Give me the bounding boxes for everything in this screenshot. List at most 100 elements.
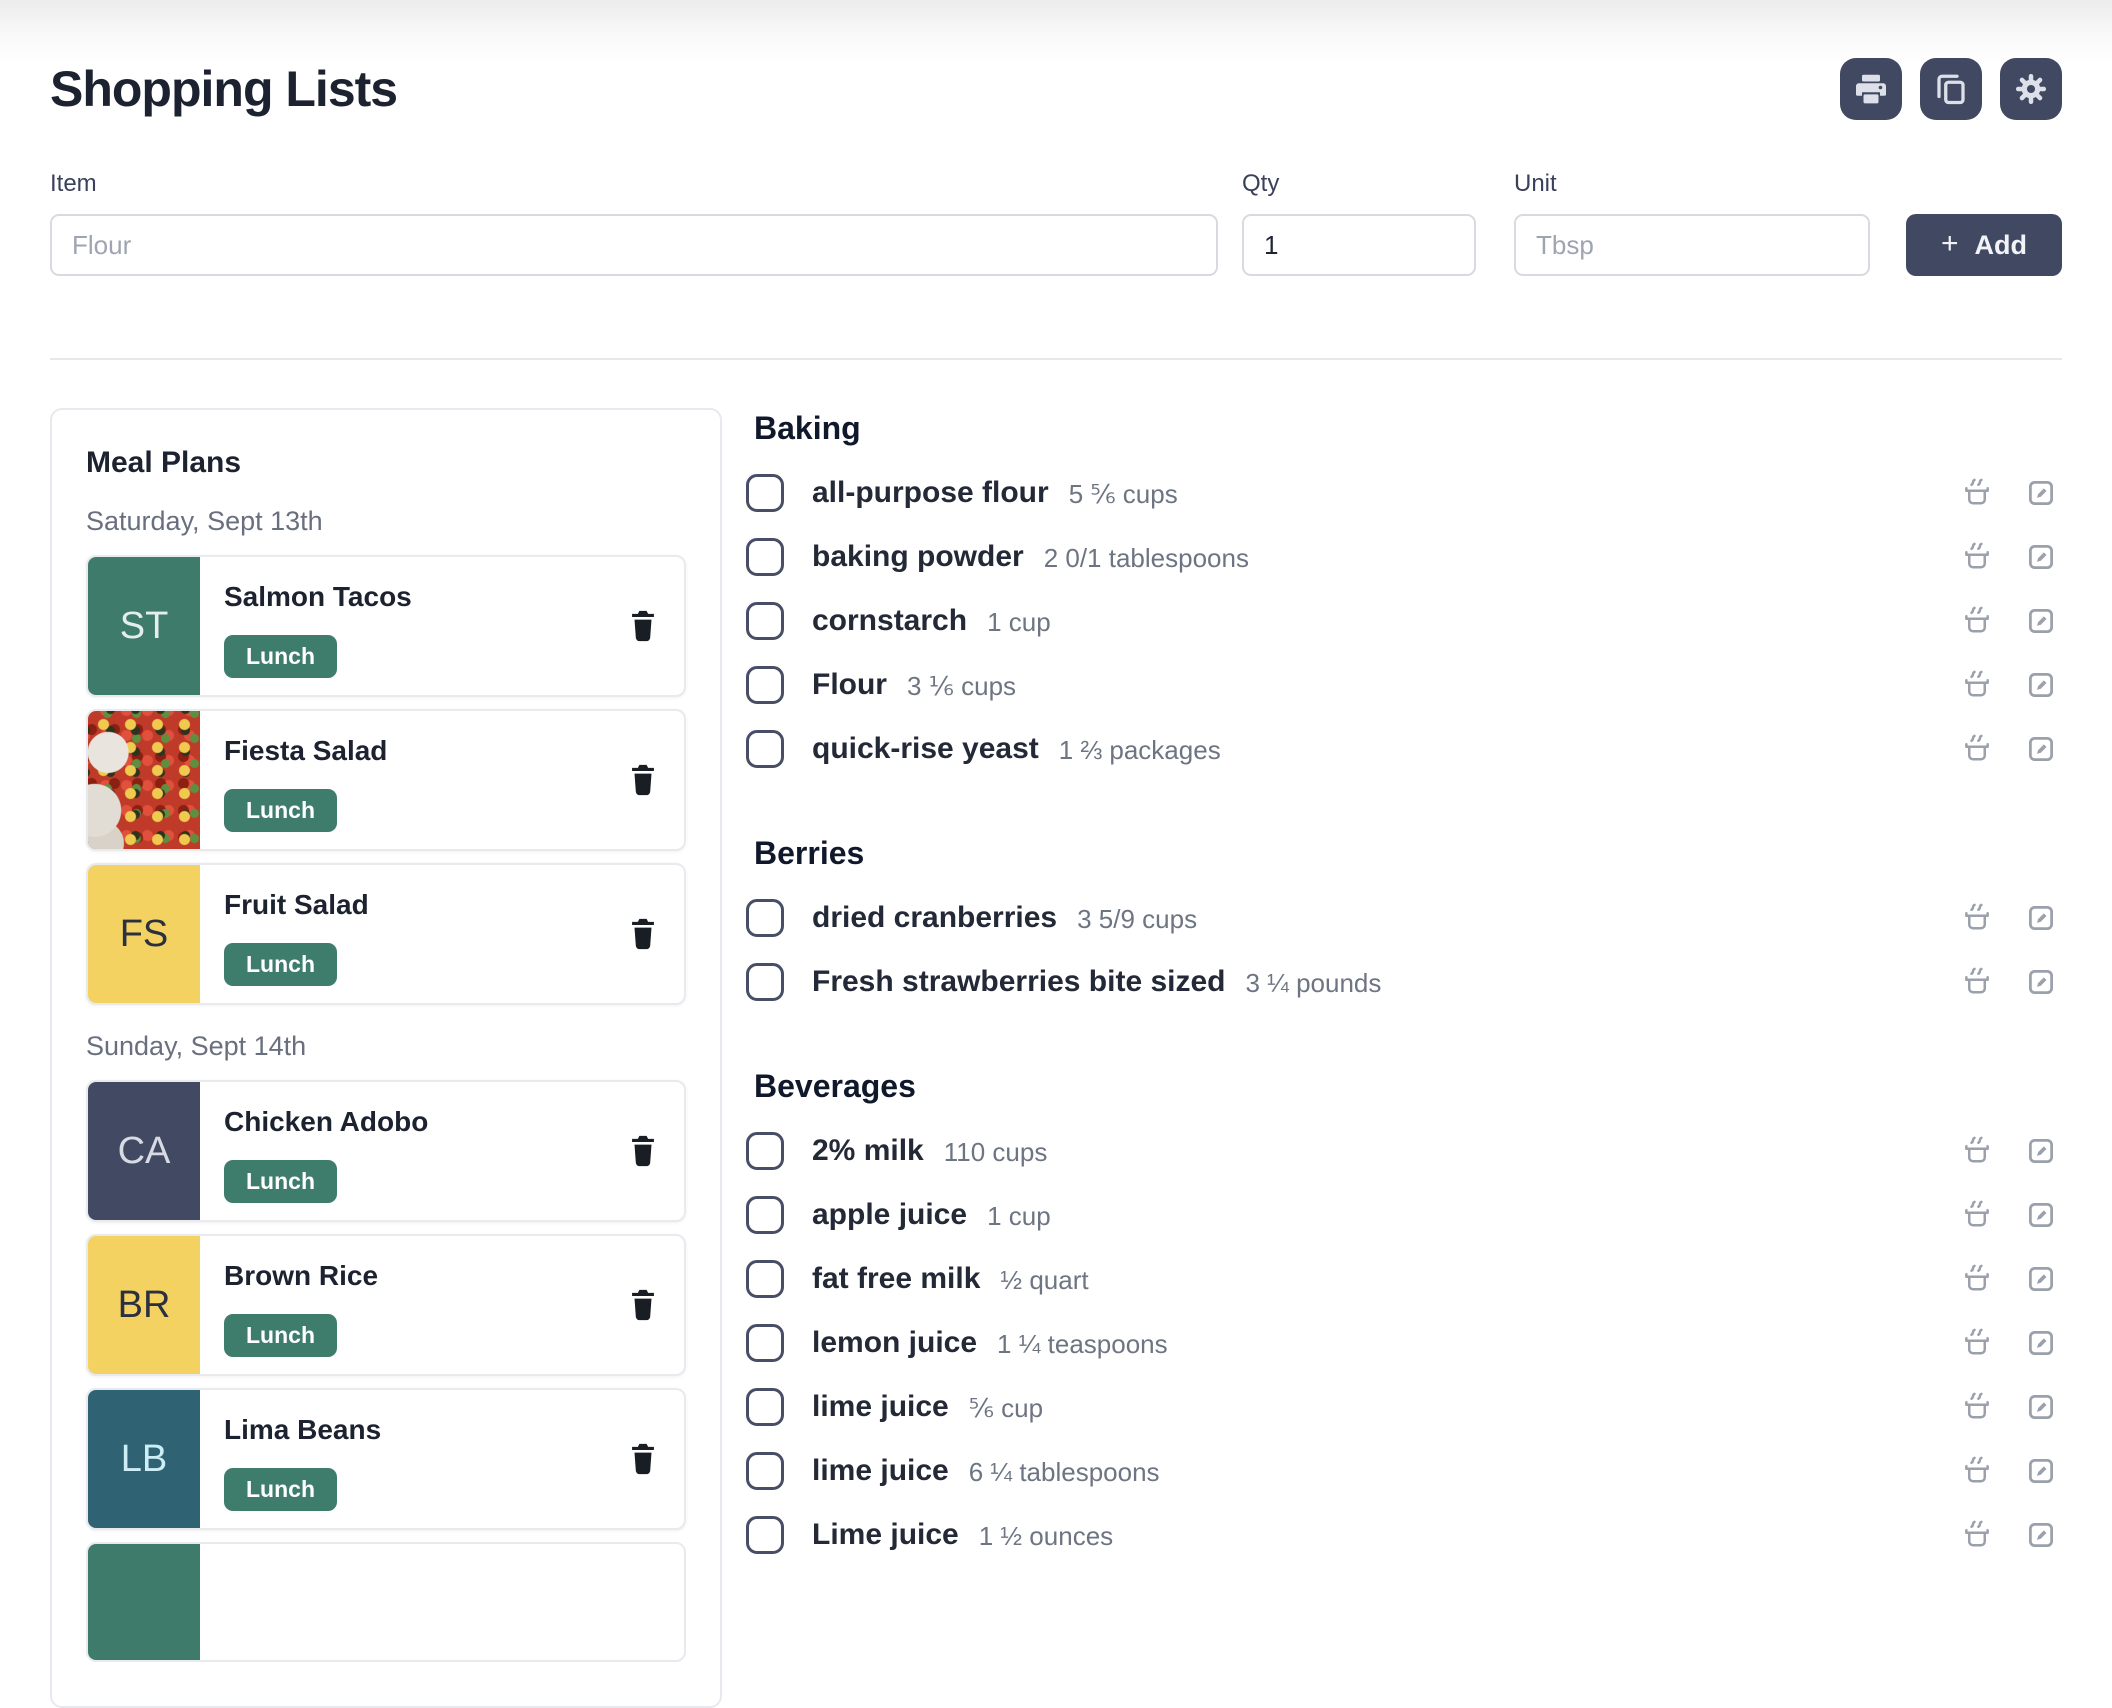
edit-icon[interactable]: [2026, 1264, 2056, 1294]
meal-body: Salmon Tacos Lunch: [200, 557, 684, 695]
item-checkbox[interactable]: [746, 666, 784, 704]
item-checkbox[interactable]: [746, 1452, 784, 1490]
edit-icon[interactable]: [2026, 1328, 2056, 1358]
item-checkbox[interactable]: [746, 1388, 784, 1426]
item-quantity: 1 cup: [987, 604, 1051, 638]
meal-card: FS Fruit Salad Lunch: [86, 863, 686, 1005]
delete-meal-button[interactable]: [628, 609, 658, 643]
item-actions: [1962, 1520, 2056, 1550]
shopping-item-row: all-purpose flour 5 ⅚ cups: [746, 461, 2062, 525]
edit-icon[interactable]: [2026, 1136, 2056, 1166]
item-checkbox[interactable]: [746, 474, 784, 512]
item-actions: [1962, 903, 2056, 933]
meal-plans-panel: Meal Plans Saturday, Sept 13th ST Salmon…: [50, 408, 722, 1708]
item-input[interactable]: [50, 214, 1218, 276]
item-name: lime juice: [812, 1390, 949, 1424]
divider: [50, 358, 2062, 360]
cook-pot-icon[interactable]: [1962, 1520, 1992, 1550]
delete-meal-button[interactable]: [628, 1442, 658, 1476]
delete-meal-button[interactable]: [628, 1288, 658, 1322]
item-quantity: 3 ¼ pounds: [1246, 965, 1382, 999]
unit-input[interactable]: [1514, 214, 1870, 276]
section-title: Berries: [754, 835, 2062, 872]
shopping-item-row: apple juice 1 cup: [746, 1183, 2062, 1247]
plus-icon: +: [1941, 229, 1959, 259]
cook-pot-icon[interactable]: [1962, 1328, 1992, 1358]
edit-icon[interactable]: [2026, 478, 2056, 508]
delete-meal-button[interactable]: [628, 763, 658, 797]
item-actions: [1962, 542, 2056, 572]
cook-pot-icon[interactable]: [1962, 734, 1992, 764]
shopping-item-row: Flour 3 ⅙ cups: [746, 653, 2062, 717]
item-name: cornstarch: [812, 604, 967, 638]
edit-icon[interactable]: [2026, 967, 2056, 997]
edit-icon[interactable]: [2026, 1456, 2056, 1486]
copy-button[interactable]: [1920, 58, 1982, 120]
section-rows: 2% milk 110 cups apple juice 1 cup: [746, 1119, 2062, 1567]
shopping-lists-page: Shopping Lists: [0, 0, 2112, 1708]
section-title: Baking: [754, 410, 2062, 447]
cook-pot-icon[interactable]: [1962, 1392, 1992, 1422]
delete-meal-button[interactable]: [628, 1134, 658, 1168]
item-checkbox[interactable]: [746, 602, 784, 640]
cook-pot-icon[interactable]: [1962, 606, 1992, 636]
cook-pot-icon[interactable]: [1962, 670, 1992, 700]
print-button[interactable]: [1840, 58, 1902, 120]
item-checkbox[interactable]: [746, 899, 784, 937]
item-actions: [1962, 1328, 2056, 1358]
qty-input[interactable]: [1242, 214, 1476, 276]
shopping-item-row: dried cranberries 3 5/9 cups: [746, 886, 2062, 950]
edit-icon[interactable]: [2026, 606, 2056, 636]
meal-tag-badge: Lunch: [224, 943, 337, 986]
cook-pot-icon[interactable]: [1962, 903, 1992, 933]
item-quantity: ⅚ cup: [969, 1390, 1043, 1424]
item-quantity: 1 cup: [987, 1198, 1051, 1232]
meal-card-partial: [86, 1542, 686, 1662]
item-quantity: 1 ½ ounces: [979, 1518, 1113, 1552]
item-quantity: 3 5/9 cups: [1077, 901, 1197, 935]
item-checkbox[interactable]: [746, 1132, 784, 1170]
item-checkbox[interactable]: [746, 1196, 784, 1234]
edit-icon[interactable]: [2026, 670, 2056, 700]
edit-icon[interactable]: [2026, 1200, 2056, 1230]
edit-icon[interactable]: [2026, 542, 2056, 572]
add-button[interactable]: + Add: [1906, 214, 2062, 276]
cook-pot-icon[interactable]: [1962, 1264, 1992, 1294]
meal-card: Fiesta Salad Lunch: [86, 709, 686, 851]
meal-day: Saturday, Sept 13th ST Salmon Tacos Lunc…: [86, 506, 686, 1005]
settings-button[interactable]: [2000, 58, 2062, 120]
item-actions: [1962, 734, 2056, 764]
meal-day-date: Saturday, Sept 13th: [86, 506, 686, 537]
item-checkbox[interactable]: [746, 1516, 784, 1554]
item-checkbox[interactable]: [746, 538, 784, 576]
cook-pot-icon[interactable]: [1962, 967, 1992, 997]
cook-pot-icon[interactable]: [1962, 1136, 1992, 1166]
add-button-label: Add: [1975, 230, 2027, 261]
item-checkbox[interactable]: [746, 1260, 784, 1298]
edit-icon[interactable]: [2026, 1392, 2056, 1422]
shopping-item-row: Lime juice 1 ½ ounces: [746, 1503, 2062, 1567]
item-quantity: 3 ⅙ cups: [907, 668, 1016, 702]
meal-card: CA Chicken Adobo Lunch: [86, 1080, 686, 1222]
item-checkbox[interactable]: [746, 963, 784, 1001]
cook-pot-icon[interactable]: [1962, 1200, 1992, 1230]
cook-pot-icon[interactable]: [1962, 1456, 1992, 1486]
item-checkbox[interactable]: [746, 1324, 784, 1362]
meal-title: Chicken Adobo: [224, 1106, 660, 1138]
delete-meal-button[interactable]: [628, 917, 658, 951]
day-meals: CA Chicken Adobo Lunch BR Brown Rice Lun…: [86, 1080, 686, 1530]
meal-initials: BR: [118, 1284, 171, 1327]
meal-card: BR Brown Rice Lunch: [86, 1234, 686, 1376]
meal-body: Fruit Salad Lunch: [200, 865, 684, 1003]
meal-initials: ST: [120, 605, 169, 648]
meal-card: ST Salmon Tacos Lunch: [86, 555, 686, 697]
edit-icon[interactable]: [2026, 903, 2056, 933]
meal-card: LB Lima Beans Lunch: [86, 1388, 686, 1530]
meal-body: Fiesta Salad Lunch: [200, 711, 684, 849]
cook-pot-icon[interactable]: [1962, 542, 1992, 572]
edit-icon[interactable]: [2026, 1520, 2056, 1550]
edit-icon[interactable]: [2026, 734, 2056, 764]
item-checkbox[interactable]: [746, 730, 784, 768]
cook-pot-icon[interactable]: [1962, 478, 1992, 508]
shopping-item-row: lemon juice 1 ¼ teaspoons: [746, 1311, 2062, 1375]
